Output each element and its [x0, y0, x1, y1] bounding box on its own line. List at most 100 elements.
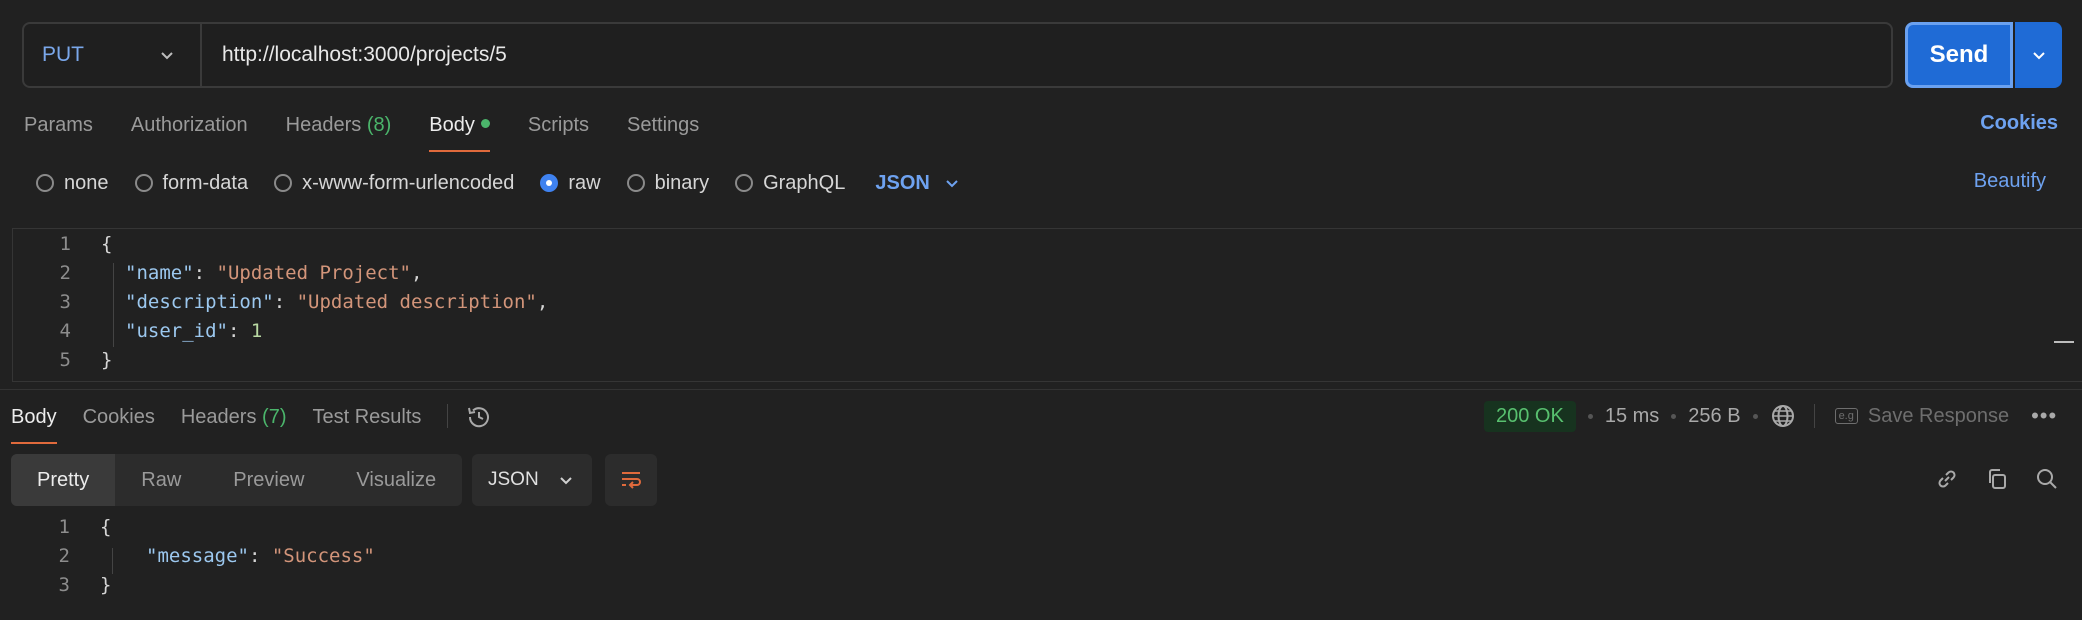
radio-raw[interactable]: raw	[540, 172, 601, 195]
body-type-selector: none form-data x-www-form-urlencoded raw…	[36, 170, 960, 196]
radio-graphql[interactable]: GraphQL	[735, 172, 845, 195]
tab-authorization[interactable]: Authorization	[131, 112, 248, 152]
json-comma: ,	[411, 262, 423, 284]
radio-circle	[134, 174, 153, 192]
tab-separator	[447, 404, 449, 428]
json-key: "user_id"	[125, 320, 228, 342]
meta-divider	[1813, 404, 1815, 428]
copy-icon[interactable]	[1984, 466, 2010, 492]
view-visualize[interactable]: Visualize	[330, 454, 462, 506]
code-line: 3 }	[12, 574, 112, 603]
json-colon: :	[193, 262, 217, 284]
indent-guide	[112, 548, 113, 574]
code-line: 3 "description": "Updated description",	[13, 291, 549, 320]
wrap-lines-button[interactable]	[605, 454, 657, 506]
status-badge[interactable]: 200 OK	[1484, 400, 1576, 432]
beautify-button[interactable]: Beautify	[1974, 170, 2046, 193]
chevron-down-icon	[161, 52, 173, 60]
tab-body[interactable]: Body	[429, 112, 490, 152]
response-size[interactable]: 256 B	[1688, 405, 1740, 428]
meta-separator	[1671, 413, 1677, 419]
chevron-down-icon	[2032, 52, 2045, 60]
tab-response-cookies[interactable]: Cookies	[83, 404, 155, 444]
code-text: "user_id": 1	[125, 320, 262, 342]
save-response-label: Save Response	[1867, 404, 2010, 427]
line-number: 4	[59, 320, 71, 342]
send-options-button[interactable]	[2015, 22, 2062, 88]
line-number: 3	[58, 574, 70, 596]
more-options-icon[interactable]: •••	[2031, 403, 2057, 429]
tab-headers[interactable]: Headers (8)	[286, 112, 392, 152]
view-raw[interactable]: Raw	[115, 454, 207, 506]
tab-response-headers[interactable]: Headers (7)	[181, 404, 287, 444]
body-language-select[interactable]: JSON	[875, 172, 959, 195]
pane-divider[interactable]	[0, 389, 2082, 390]
method-select[interactable]: PUT	[24, 24, 202, 86]
tab-params[interactable]: Params	[24, 112, 93, 152]
url-input[interactable]: http://localhost:3000/projects/5	[202, 43, 507, 67]
line-number: 2	[58, 545, 70, 567]
code-text: }	[100, 574, 111, 596]
chevron-down-icon	[560, 477, 572, 485]
radio-label: GraphQL	[763, 171, 846, 194]
globe-icon[interactable]	[1770, 403, 1796, 429]
line-number: 1	[59, 233, 71, 255]
radio-form-data[interactable]: form-data	[134, 171, 249, 195]
tab-body-label: Body	[429, 114, 475, 136]
radio-circle	[36, 174, 54, 192]
radio-binary[interactable]: binary	[626, 172, 709, 195]
meta-separator	[1752, 413, 1758, 419]
response-time[interactable]: 15 ms	[1605, 405, 1659, 428]
tab-scripts[interactable]: Scripts	[528, 112, 589, 152]
tab-response-body[interactable]: Body	[11, 404, 57, 444]
response-body-viewer[interactable]: 1 { 2 "message": "Success" 3 }	[12, 514, 2082, 620]
send-button[interactable]: Send	[1905, 22, 2013, 88]
json-key: "description"	[125, 291, 274, 313]
view-preview[interactable]: Preview	[207, 454, 330, 506]
radio-circle	[735, 174, 754, 192]
request-bar: PUT http://localhost:3000/projects/5 Sen…	[22, 22, 2062, 88]
radio-none[interactable]: none	[36, 172, 109, 195]
brace: {	[101, 233, 113, 255]
tab-settings[interactable]: Settings	[627, 112, 699, 152]
json-colon: :	[248, 545, 272, 567]
code-text: "description": "Updated description",	[125, 291, 548, 313]
response-format-label: JSON	[488, 469, 539, 490]
radio-label: x-www-form-urlencoded	[302, 171, 515, 194]
url-box: PUT http://localhost:3000/projects/5	[22, 22, 1893, 88]
request-tabs: Params Authorization Headers (8) Body Sc…	[24, 112, 737, 152]
editor-scrollbar[interactable]	[2054, 341, 2074, 343]
code-line: 2 "name": "Updated Project",	[13, 262, 423, 291]
tab-test-results[interactable]: Test Results	[312, 404, 421, 444]
meta-separator	[1587, 413, 1593, 419]
json-colon: :	[227, 320, 251, 342]
json-number: 1	[250, 320, 263, 342]
radio-circle	[540, 174, 559, 192]
cookies-link[interactable]: Cookies	[1980, 112, 2058, 135]
code-line: 4 "user_id": 1	[13, 320, 263, 349]
line-number: 1	[58, 516, 70, 538]
response-format-select[interactable]: JSON	[472, 454, 592, 506]
json-string: "Success"	[271, 545, 375, 567]
view-pretty[interactable]: Pretty	[11, 454, 116, 506]
response-tabs: Body Cookies Headers (7) Test Results	[11, 404, 492, 444]
response-headers-count: (7)	[262, 406, 287, 428]
tab-response-headers-label: Headers	[180, 406, 257, 428]
link-icon[interactable]	[1934, 466, 1960, 492]
json-key: "name"	[125, 262, 194, 284]
radio-urlencoded[interactable]: x-www-form-urlencoded	[274, 172, 514, 195]
indent-guide	[113, 263, 114, 347]
history-icon[interactable]	[466, 404, 492, 430]
body-language-label: JSON	[875, 171, 930, 194]
line-number: 5	[59, 349, 71, 371]
request-body-editor[interactable]: 1 { 2 "name": "Updated Project", 3 "desc…	[12, 228, 2082, 382]
code-line: 2 "message": "Success"	[12, 545, 375, 574]
save-response-button[interactable]: e.g Save Response	[1834, 404, 2010, 428]
code-text: "name": "Updated Project",	[125, 262, 422, 284]
json-string: "Updated Project"	[216, 262, 411, 284]
radio-circle	[626, 174, 645, 192]
search-icon[interactable]	[2034, 466, 2060, 492]
code-line: 5 }	[13, 349, 113, 378]
radio-label: form-data	[162, 171, 249, 194]
response-view-selector: Pretty Raw Preview Visualize	[11, 454, 463, 506]
